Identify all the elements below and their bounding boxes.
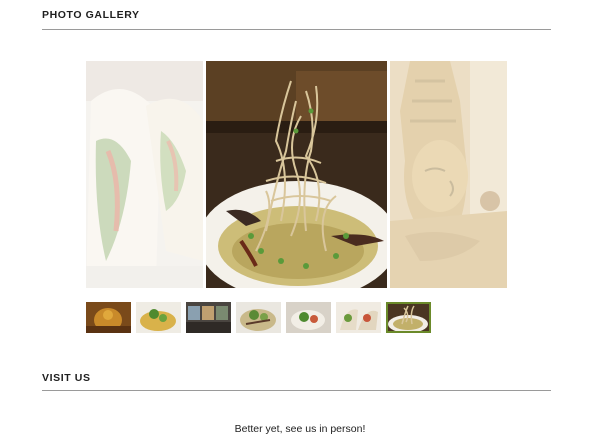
thumbnail-5[interactable] (286, 302, 331, 333)
thumbnail-1[interactable] (86, 302, 131, 333)
thumbnail-7[interactable] (386, 302, 431, 333)
photo-slider[interactable] (86, 61, 507, 288)
slide-golden-statue[interactable] (390, 61, 507, 288)
thumbnail-6[interactable] (336, 302, 381, 333)
slide-tacos[interactable] (86, 61, 203, 288)
thumbnail-4[interactable] (236, 302, 281, 333)
thumbnail-3[interactable] (186, 302, 231, 333)
slide-curry-noodles[interactable] (206, 61, 387, 288)
photo-gallery-heading: PHOTO GALLERY (42, 9, 140, 21)
divider (42, 29, 551, 30)
thumbnail-2[interactable] (136, 302, 181, 333)
divider (42, 390, 551, 391)
visit-us-heading: VISIT US (42, 372, 91, 384)
visit-tagline: Better yet, see us in person! (234, 423, 366, 435)
